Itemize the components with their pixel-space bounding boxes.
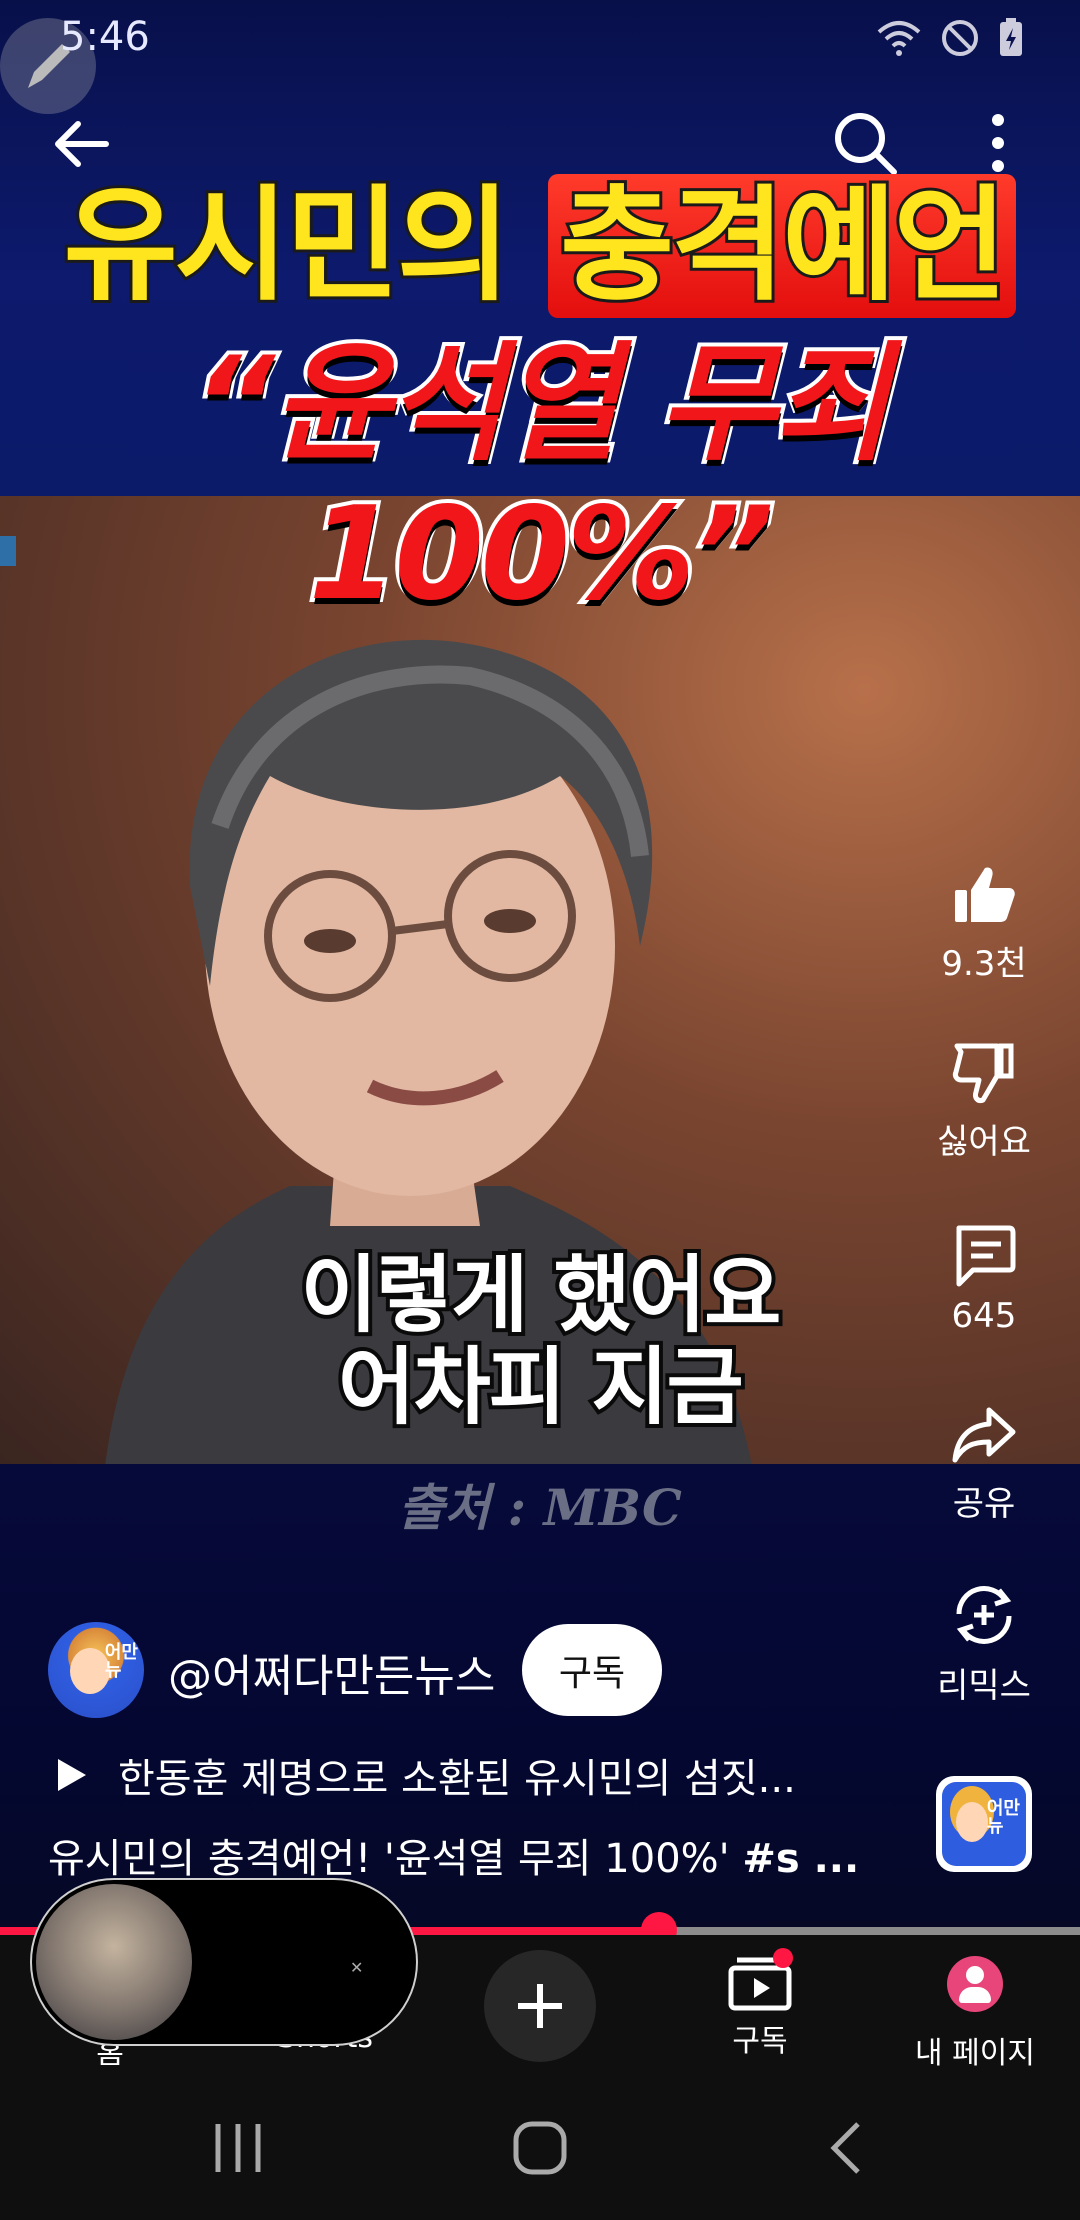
remix-icon <box>956 1586 1012 1644</box>
video-title-line-2: “윤석열 무죄 100%” <box>189 326 895 633</box>
nav-my-page[interactable]: 내 페이지 <box>900 1956 1050 2072</box>
subscribe-button[interactable]: 구독 <box>522 1624 662 1716</box>
remix-button[interactable]: 리믹스 <box>924 1580 1044 1707</box>
dislike-label: 싫어요 <box>937 1122 1031 1162</box>
comment-icon <box>956 1225 1016 1287</box>
recent-apps-icon[interactable] <box>212 2120 264 2176</box>
video-title-part-1: 유시민의 <box>61 173 549 319</box>
home-circle-icon[interactable] <box>512 2120 568 2176</box>
video-title-highlight: 충격예언 <box>548 173 1017 319</box>
more-options-icon[interactable] <box>986 110 1010 176</box>
status-icons <box>876 18 1024 58</box>
search-icon[interactable] <box>830 108 900 178</box>
thumbnail-tag: 어만 뉴 <box>986 1798 1020 1837</box>
share-label: 공유 <box>952 1484 1016 1524</box>
description-text: 유시민의 충격예언! '윤석열 무죄 100%' <box>48 1836 743 1882</box>
subscriptions-icon <box>728 1948 793 2011</box>
avatar-tag: 어만 뉴 <box>104 1642 138 1681</box>
like-count: 9.3천 <box>941 944 1027 984</box>
plus-icon <box>518 1984 562 2028</box>
picture-in-picture-player[interactable]: ✕ <box>30 1878 418 2046</box>
battery-charging-icon <box>1000 18 1022 56</box>
share-button[interactable]: 공유 <box>924 1402 1044 1525</box>
video-source-label: 출처 : MBC <box>398 1478 682 1537</box>
wifi-icon <box>877 21 921 56</box>
like-button[interactable]: 9.3천 <box>924 862 1044 985</box>
pip-close-icon[interactable]: ✕ <box>350 1958 363 1977</box>
nav-subscriptions-label: 구독 <box>732 2024 788 2059</box>
video-description[interactable]: 유시민의 충격예언! '윤석열 무죄 100%' #s ... <box>48 1826 859 1884</box>
nav-my-page-label: 내 페이지 <box>915 2036 1035 2071</box>
profile-avatar-icon <box>947 1956 1003 2012</box>
system-back-icon[interactable] <box>826 2120 866 2176</box>
playlist-link[interactable]: 한동훈 제명으로 소환된 유시민의 섬짓... <box>54 1746 796 1804</box>
share-icon <box>952 1407 1016 1463</box>
description-hashtag: #s ... <box>742 1836 860 1882</box>
shorts-player: 5:46 유시민의 충격예언 “윤석열 무죄 100%” 이렇게 했어요 어차피… <box>0 0 1080 2220</box>
comments-button[interactable]: 645 <box>924 1222 1044 1336</box>
back-arrow-icon[interactable] <box>50 112 114 176</box>
channel-name[interactable]: @어쩌다만든뉴스 <box>168 1640 495 1704</box>
nav-subscriptions[interactable]: 구독 <box>700 1948 820 2060</box>
pip-thumbnail[interactable] <box>36 1884 192 2040</box>
remix-label: 리믹스 <box>937 1666 1031 1706</box>
do-not-disturb-icon <box>942 20 978 56</box>
play-icon <box>58 1759 86 1791</box>
thumbs-down-icon <box>952 1043 1014 1103</box>
status-time: 5:46 <box>60 14 150 60</box>
channel-thumbnail[interactable]: 어만 뉴 <box>936 1776 1032 1872</box>
create-button[interactable] <box>484 1950 596 2062</box>
status-bar: 5:46 <box>0 0 1080 114</box>
video-title-line-1: 유시민의 충격예언 <box>0 173 1080 319</box>
playlist-title: 한동훈 제명으로 소환된 유시민의 섬짓... <box>118 1756 796 1802</box>
video-caption-line-2: 어차피 지금 <box>334 1334 748 1440</box>
comment-count: 645 <box>951 1296 1017 1336</box>
dislike-button[interactable]: 싫어요 <box>924 1040 1044 1163</box>
thumbs-up-icon <box>955 867 1015 922</box>
channel-avatar[interactable]: 어만 뉴 <box>48 1622 144 1718</box>
thumbnail-face <box>956 1802 988 1842</box>
